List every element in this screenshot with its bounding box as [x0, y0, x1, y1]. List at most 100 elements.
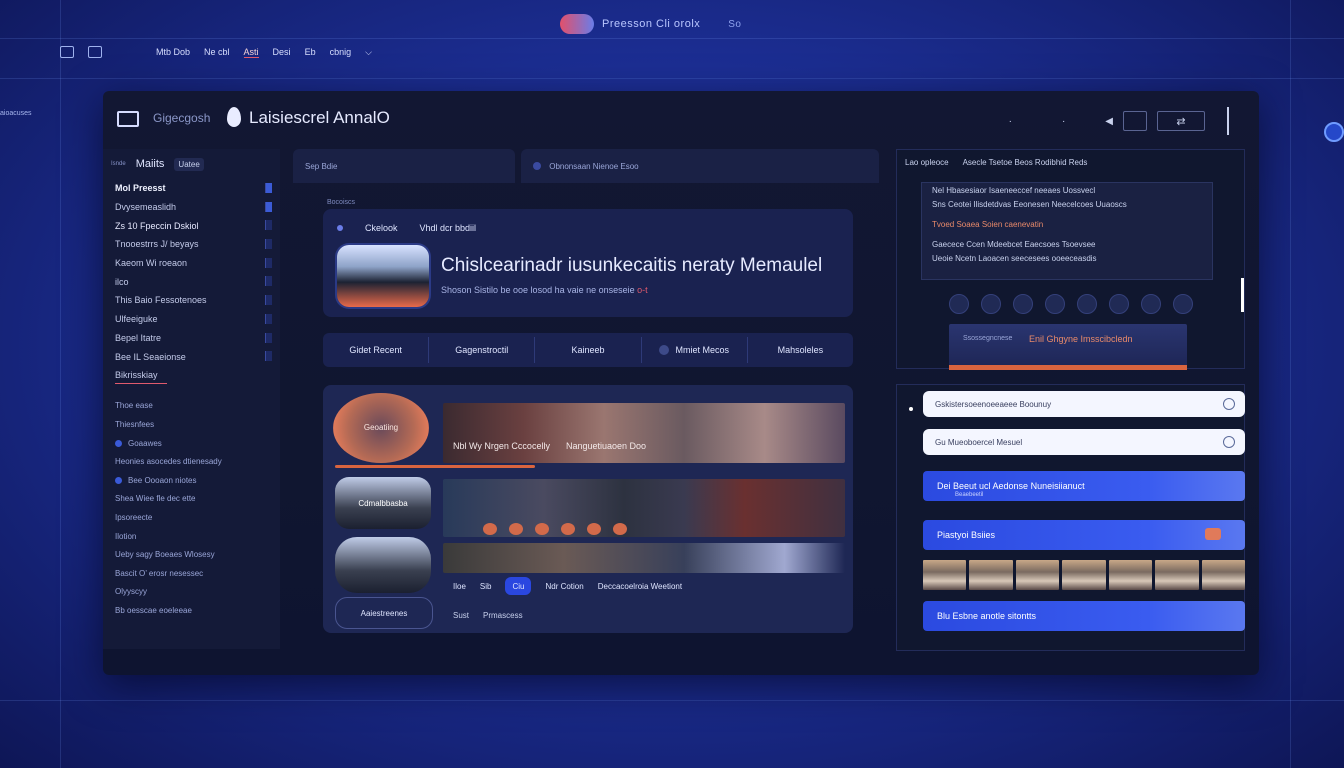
- cta-card[interactable]: Ssossegncnese Enil Ghgyne Imsscibcledn: [949, 324, 1187, 370]
- thumbnail[interactable]: [1108, 560, 1153, 590]
- sidebar-item[interactable]: Ulfeeiguke: [103, 310, 280, 329]
- sidebar-subitem[interactable]: Heonies asocedes dtienesady: [103, 452, 280, 471]
- sidebar-subitem[interactable]: Olyyscyy: [103, 583, 280, 602]
- app-menu-icon[interactable]: [117, 111, 139, 127]
- sidebar-subitem[interactable]: Ilotion: [103, 527, 280, 546]
- circle-icon[interactable]: [949, 294, 969, 314]
- sidebar-subitem[interactable]: Goaawes: [103, 434, 280, 453]
- circle-icon[interactable]: [1013, 294, 1033, 314]
- tab-first[interactable]: Sep Bdie: [293, 149, 516, 183]
- sidebar-subitem[interactable]: Bb oesscae eoeleeae: [103, 601, 280, 620]
- sidebar-subitem[interactable]: Thiesnfees: [103, 415, 280, 434]
- top-nav-item[interactable]: Desi: [273, 47, 291, 57]
- feature-thumbnail[interactable]: [337, 245, 429, 307]
- scroll-track: [265, 295, 272, 306]
- thumbnail[interactable]: [969, 560, 1013, 590]
- action-button[interactable]: Blu Esbne anotle sitontts: [923, 601, 1245, 631]
- back-icon[interactable]: ◀: [1105, 116, 1113, 127]
- filter-item[interactable]: Kaineeb: [535, 337, 642, 363]
- top-nav-item[interactable]: cbnig: [330, 47, 352, 57]
- window-icon[interactable]: [60, 46, 74, 58]
- gallery-row-label: Ndr Cotion: [545, 581, 584, 591]
- sidebar-subitem-label: Bascit O’ erosr nesessec: [115, 568, 204, 578]
- search-input[interactable]: Gskistersoeenoeeaeee Boounuy: [923, 391, 1245, 417]
- sidebar-subitem-label: Ilotion: [115, 531, 137, 541]
- gallery-caption-b: Nanguetiuaoen Doo: [565, 441, 647, 451]
- gallery-pill-outline[interactable]: Aaiestreenes: [335, 597, 433, 629]
- sidebar-item[interactable]: This Baio Fessotenoes: [103, 291, 280, 310]
- info-card-line: Gaecece Ccen Mdeebcet Eaecsoes Tsoevsee: [932, 239, 1096, 249]
- scroll-track: [265, 313, 272, 324]
- circle-icon[interactable]: [1109, 294, 1129, 314]
- gallery-pill[interactable]: [335, 537, 431, 593]
- action-button[interactable]: Piastyoi Bsiies: [923, 520, 1245, 550]
- info-card[interactable]: Nel Hbasesiaor Isaeneeccef neeaes Uossve…: [921, 182, 1213, 280]
- sidebar-header-pill[interactable]: Uatee: [174, 157, 204, 171]
- gallery-active-chip[interactable]: Ciu: [505, 577, 532, 595]
- sidebar-subitem[interactable]: Bee Oooaon niotes: [103, 471, 280, 490]
- sidebar-item[interactable]: Bee IL Seaeionse: [103, 347, 280, 366]
- tab-second[interactable]: Obnonsaan Nienoe Esoo: [521, 149, 879, 183]
- top-nav-item[interactable]: Eb: [305, 47, 316, 57]
- top-nav-item[interactable]: Ne cbl: [204, 47, 230, 57]
- sidebar-item[interactable]: Dvysemeaslidh: [103, 198, 280, 217]
- square-button[interactable]: [1123, 111, 1147, 131]
- main-content: Sep Bdie Obnonsaan Nienoe Esoo Bocoiscs …: [293, 149, 879, 651]
- breadcrumb[interactable]: Bocoiscs: [327, 199, 355, 206]
- gallery-circle-button[interactable]: Geoatiing: [333, 393, 429, 463]
- gallery-image[interactable]: [443, 543, 845, 573]
- circle-icon[interactable]: [981, 294, 1001, 314]
- search-input[interactable]: Gu Mueoboercel Mesuel: [923, 429, 1245, 455]
- top-nav-item[interactable]: Mtb Dob: [156, 47, 190, 57]
- thumbnail[interactable]: [1062, 560, 1106, 590]
- filter-item[interactable]: Mahsoleles: [748, 337, 853, 363]
- filter-icon: [659, 345, 670, 355]
- thumbnail[interactable]: [1155, 560, 1199, 590]
- dot-icon[interactable]: ·: [1009, 116, 1012, 127]
- sidebar-separator: [103, 385, 280, 397]
- sidebar-subitem[interactable]: Bascit O’ erosr nesessec: [103, 564, 280, 583]
- action-button-label: Blu Esbne anotle sitontts: [937, 611, 1037, 621]
- circle-icon[interactable]: [1173, 294, 1193, 314]
- search-icon[interactable]: [1223, 436, 1235, 448]
- filter-item[interactable]: Gagenstroctil: [429, 337, 536, 363]
- sidebar-item[interactable]: Mol Preesst: [103, 179, 280, 198]
- sidebar-item[interactable]: ilco: [103, 272, 280, 291]
- sidebar-subitem[interactable]: Shea Wiee fle dec ette: [103, 490, 280, 509]
- marker-icon[interactable]: [535, 523, 549, 535]
- thumbnail[interactable]: [923, 560, 967, 590]
- sidebar-subitem[interactable]: Ipsoreecte: [103, 508, 280, 527]
- search-icon[interactable]: [1223, 398, 1235, 410]
- sidebar-item[interactable]: Tnooestrrs J/ beyays: [103, 235, 280, 254]
- marker-icon[interactable]: [509, 523, 523, 535]
- sidebar-item[interactable]: Zs 10 Fpeccin Dskiol: [103, 216, 280, 235]
- thumbnail[interactable]: [1201, 560, 1245, 590]
- gallery-image[interactable]: [443, 403, 845, 463]
- thumbnail[interactable]: [1015, 560, 1060, 590]
- circle-icon[interactable]: [1141, 294, 1161, 314]
- desktop-circle-icon[interactable]: [1324, 122, 1344, 142]
- sidebar-subitem[interactable]: Ueby sagy Boeaes Wlosesy: [103, 545, 280, 564]
- circle-icon[interactable]: [1045, 294, 1065, 314]
- sidebar-header-small: Isnde: [111, 161, 126, 167]
- sidebar-subitem[interactable]: Thoe ease: [103, 397, 280, 416]
- scroll-indicator[interactable]: [1241, 278, 1244, 312]
- expand-button[interactable]: ⇄: [1157, 111, 1205, 131]
- sidebar-item-active[interactable]: Bikrisskiay: [103, 366, 280, 385]
- gallery-pill[interactable]: Cdmalbbasba: [335, 477, 431, 529]
- marker-icon[interactable]: [483, 523, 497, 535]
- dot-icon[interactable]: ·: [1062, 116, 1065, 127]
- action-button[interactable]: Dei Beeut ucl Aedonse Nuneisiianuct Beaeb…: [923, 471, 1245, 501]
- circle-icon[interactable]: [1077, 294, 1097, 314]
- top-nav-item[interactable]: Asti: [243, 47, 259, 58]
- chevron-down-icon[interactable]: ⌵: [365, 47, 372, 58]
- sidebar-item[interactable]: Kaeom Wi roeaon: [103, 254, 280, 273]
- grid-icon[interactable]: [88, 46, 102, 58]
- filter-item[interactable]: Gidet Recent: [323, 337, 430, 363]
- filter-item[interactable]: Mmiet Mecos: [642, 337, 748, 363]
- marker-icon[interactable]: [587, 523, 601, 535]
- feature-card[interactable]: Ckelook Vhdl dcr bbdiil Chislcearinadr i…: [323, 209, 853, 317]
- sidebar-item[interactable]: Bepel Itatre: [103, 329, 280, 348]
- marker-icon[interactable]: [613, 523, 627, 535]
- marker-icon[interactable]: [561, 523, 575, 535]
